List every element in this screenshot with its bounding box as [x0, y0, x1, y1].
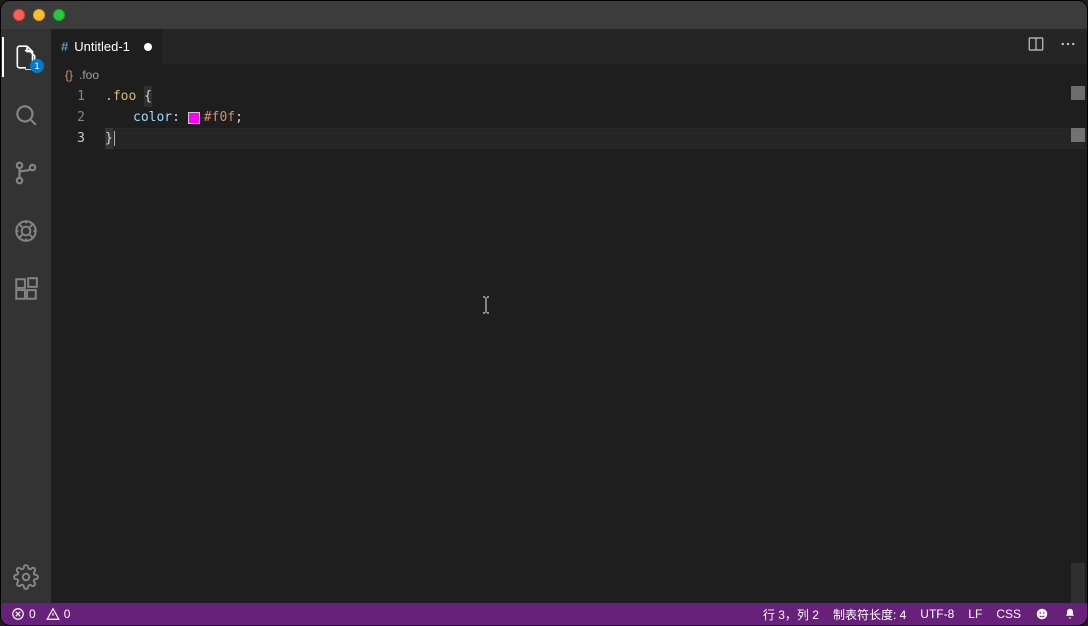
gutter: 1 2 3: [51, 86, 105, 603]
problems-errors[interactable]: 0: [11, 607, 36, 621]
editor[interactable]: 1 2 3 .foo { color :: [51, 86, 1087, 603]
error-count: 0: [29, 607, 36, 621]
line-number: 3: [51, 128, 85, 149]
split-editor-button[interactable]: [1027, 35, 1045, 58]
breadcrumb[interactable]: {} .foo: [51, 64, 1087, 86]
token-brace: }: [105, 128, 113, 149]
app-body: 1 # Untitle: [1, 29, 1087, 603]
overview-ruler-mark: [1071, 128, 1085, 142]
code-area[interactable]: .foo { color : #f0f ; }: [105, 86, 1087, 603]
token-property: color: [133, 107, 172, 128]
tab-title: Untitled-1: [74, 39, 130, 54]
app-window: 1 # Untitle: [0, 0, 1088, 626]
notifications-button[interactable]: [1063, 607, 1077, 621]
text-caret: [114, 131, 115, 146]
language-mode[interactable]: CSS: [996, 607, 1021, 621]
token-selector: .foo: [105, 86, 136, 107]
window-minimize-button[interactable]: [33, 9, 45, 21]
token-brace: {: [144, 86, 152, 107]
cursor-position[interactable]: 行 3，列 2: [763, 606, 819, 623]
source-control-button[interactable]: [2, 153, 50, 193]
line-number: 1: [51, 86, 85, 107]
window-close-button[interactable]: [13, 9, 25, 21]
token-semicolon: ;: [235, 107, 243, 128]
line-number: 2: [51, 107, 85, 128]
tab-actions: [1027, 35, 1087, 58]
debug-button[interactable]: [2, 211, 50, 251]
feedback-button[interactable]: [1035, 607, 1049, 621]
explorer-button[interactable]: 1: [2, 37, 50, 77]
overview-ruler-mark: [1071, 86, 1085, 100]
window-maximize-button[interactable]: [53, 9, 65, 21]
css-file-icon: #: [61, 39, 68, 54]
more-actions-button[interactable]: [1059, 35, 1077, 58]
encoding[interactable]: UTF-8: [920, 607, 954, 621]
activity-bar: 1: [1, 29, 51, 603]
eol[interactable]: LF: [968, 607, 982, 621]
settings-button[interactable]: [2, 557, 50, 597]
code-line: color : #f0f ;: [105, 107, 1087, 128]
token-value: #f0f: [204, 107, 235, 128]
color-swatch[interactable]: [188, 112, 200, 124]
problems-warnings[interactable]: 0: [46, 607, 71, 621]
scrollbar[interactable]: [1071, 563, 1085, 603]
tab-untitled-1[interactable]: # Untitled-1: [51, 29, 162, 64]
statusbar: 0 0 行 3，列 2 制表符长度: 4 UTF-8 LF CSS: [1, 603, 1087, 625]
editor-group: # Untitled-1 {} .foo: [51, 29, 1087, 603]
code-line: }: [105, 128, 1087, 149]
token-colon: :: [172, 107, 180, 128]
extensions-button[interactable]: [2, 269, 50, 309]
explorer-badge: 1: [30, 59, 44, 73]
indent-size[interactable]: 制表符长度: 4: [833, 606, 906, 623]
warning-count: 0: [64, 607, 71, 621]
code-line: .foo {: [105, 86, 1087, 107]
breadcrumb-item: .foo: [79, 68, 99, 82]
search-button[interactable]: [2, 95, 50, 135]
tabbar: # Untitled-1: [51, 29, 1087, 64]
titlebar: [1, 1, 1087, 29]
tab-dirty-indicator: [144, 43, 152, 51]
breadcrumb-symbol-icon: {}: [65, 68, 73, 82]
